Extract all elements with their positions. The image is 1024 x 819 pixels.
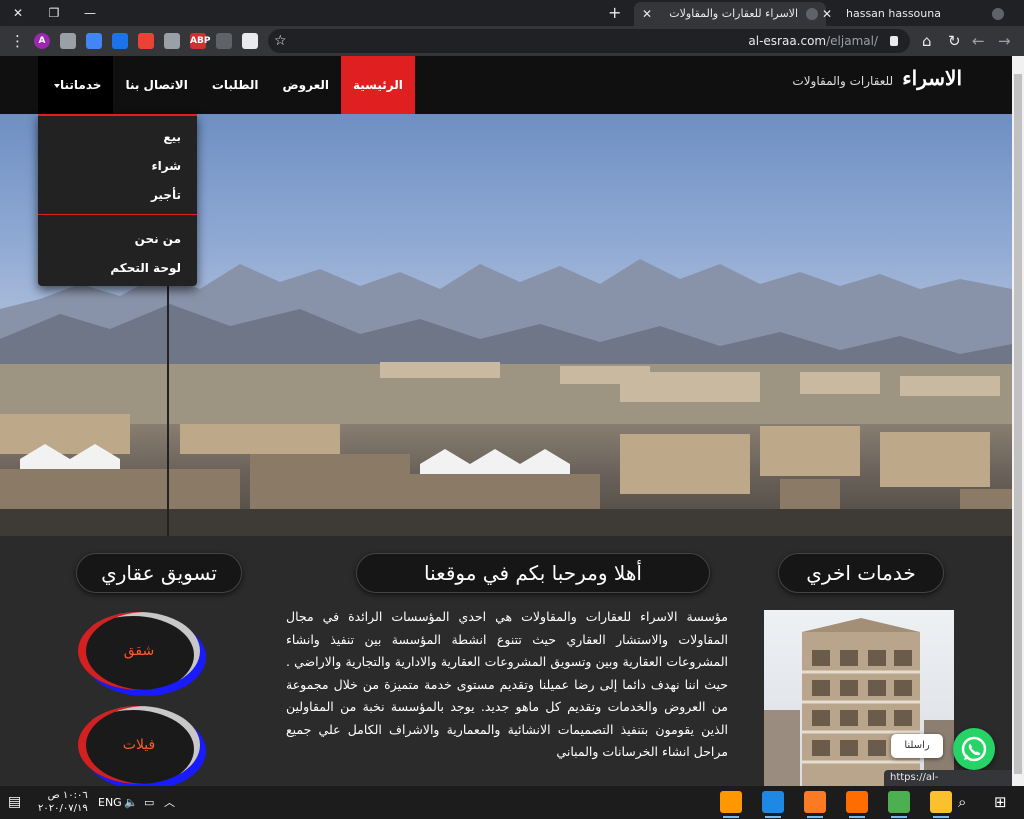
address-bar[interactable]: ☆ al-esraa.com/eljamal/ xyxy=(268,29,910,53)
dropdown-item-rent[interactable]: تأجير xyxy=(151,188,181,202)
home-icon[interactable]: ⌂ xyxy=(922,31,932,51)
close-tab-icon[interactable]: ✕ xyxy=(642,2,652,26)
globe-icon xyxy=(806,8,818,20)
tab-active[interactable]: ✕ الاسراء للعقارات والمقاولات xyxy=(634,2,826,26)
minimize-window-icon[interactable]: — xyxy=(76,3,104,23)
dropdown-item-buy[interactable]: شراء xyxy=(151,159,181,173)
dropdown-divider xyxy=(38,214,197,215)
color-wheel-icon[interactable] xyxy=(138,33,154,49)
clock-date: ٢٠٢٠/٠٧/١٩ xyxy=(38,803,88,814)
profile-avatar-icon[interactable]: A xyxy=(34,33,50,49)
menu-kebab-icon[interactable]: ⋮ xyxy=(10,31,25,51)
reload-icon[interactable]: ↻ xyxy=(948,31,961,51)
brand-name: الاسراء xyxy=(902,66,962,90)
close-tab-icon[interactable]: ✕ xyxy=(822,2,832,26)
about-paragraph: مؤسسة الاسراء للعقارات والمقاولات هي احد… xyxy=(286,609,728,759)
back-icon[interactable]: ← xyxy=(972,31,985,51)
forward-icon[interactable]: → xyxy=(998,31,1011,51)
site-brand[interactable]: الاسراء للعقارات والمقاولات xyxy=(792,66,962,90)
building-photo xyxy=(764,610,954,786)
vscode-icon[interactable] xyxy=(762,791,784,818)
file-explorer-icon[interactable] xyxy=(930,791,952,818)
chrome-icon[interactable] xyxy=(888,791,910,818)
dropdown-item-about[interactable]: من نحن xyxy=(135,232,181,246)
villas-button[interactable]: فيلات xyxy=(78,706,200,784)
tab-inactive[interactable]: ✕ hassan hassouna xyxy=(822,2,1018,26)
whatsapp-icon[interactable] xyxy=(953,728,995,770)
moon-icon[interactable] xyxy=(216,33,232,49)
browser-toolbar: ⋮ A ABP ☆ al-esraa.com/eljamal/ ⌂ ↻ ← → xyxy=(0,26,1024,56)
restore-window-icon[interactable]: ❐ xyxy=(40,3,68,23)
notification-icon[interactable]: ▤ xyxy=(8,786,21,819)
dropdown-item-sell[interactable]: بيع xyxy=(163,130,181,144)
network-icon[interactable]: ▭ xyxy=(144,786,154,819)
extension-grid-icon[interactable] xyxy=(112,33,128,49)
heading-welcome: أهلا ومرحبا بكم في موقعنا xyxy=(356,553,710,593)
bookmark-star-icon[interactable]: ☆ xyxy=(274,29,287,53)
scrollbar-thumb[interactable] xyxy=(1014,74,1022,774)
page-viewport: الاسراء للعقارات والمقاولات الرئيسية الع… xyxy=(0,56,1012,786)
system-clock[interactable]: ١٠:٠٦ ص ٢٠٢٠/٠٧/١٩ xyxy=(38,789,88,815)
close-window-icon[interactable]: ✕ xyxy=(4,3,32,23)
globe-icon xyxy=(992,8,1004,20)
site-navbar: الاسراء للعقارات والمقاولات الرئيسية الع… xyxy=(0,56,1012,114)
dropdown-item-dashboard[interactable]: لوحة التحكم xyxy=(110,261,181,275)
camera-icon[interactable] xyxy=(164,33,180,49)
tab-title: الاسراء للعقارات والمقاولات xyxy=(669,7,798,20)
nav-offers[interactable]: العروض xyxy=(271,56,341,114)
nav-home[interactable]: الرئيسية xyxy=(340,56,415,114)
adblock-icon[interactable]: ABP xyxy=(190,33,210,49)
main-menu: الرئيسية العروض الطلبات الاتصال بنا خدما… xyxy=(38,56,415,114)
nav-contact[interactable]: الاتصال بنا xyxy=(113,56,199,114)
chevron-up-icon[interactable]: ︿ xyxy=(164,786,175,819)
new-tab-button[interactable]: + xyxy=(608,3,621,23)
puzzle-icon[interactable] xyxy=(60,33,76,49)
nav-requests[interactable]: الطلبات xyxy=(200,56,271,114)
xampp-icon[interactable] xyxy=(804,791,826,818)
tab-title: hassan hassouna xyxy=(846,7,941,20)
windows-start-icon[interactable]: ⊞ xyxy=(994,786,1007,819)
windows-taskbar: ▤ ١٠:٠٦ ص ٢٠٢٠/٠٧/١٩ ENG 🔈 ▭ ︿ ⌕ ⊞ xyxy=(0,786,1024,819)
sublime-text-icon[interactable] xyxy=(720,791,742,818)
extension-circle-icon[interactable] xyxy=(242,33,258,49)
page-scrollbar[interactable] xyxy=(1012,56,1024,786)
extension-blue-icon[interactable] xyxy=(86,33,102,49)
welcome-section: خدمات اخري أهلا ومرحبا بكم في موقعنا تسو… xyxy=(0,536,1012,786)
heading-other-services: خدمات اخري xyxy=(778,553,944,593)
status-bar-url: https://al-esraa.com/eljamal/# xyxy=(884,770,1012,786)
search-icon[interactable]: ⌕ xyxy=(958,786,966,819)
clock-time: ١٠:٠٦ ص xyxy=(47,790,88,801)
apartments-button[interactable]: شقق xyxy=(78,612,200,690)
whatsapp-contact-label[interactable]: راسلنا xyxy=(891,734,943,758)
firefox-icon[interactable] xyxy=(846,791,868,818)
volume-icon[interactable]: 🔈 xyxy=(124,786,138,819)
nav-services[interactable]: خدماتنا xyxy=(38,56,114,114)
brand-tagline: للعقارات والمقاولات xyxy=(792,74,894,88)
browser-tab-strip: ✕ ❐ — + ✕ الاسراء للعقارات والمقاولات ✕ … xyxy=(0,0,1024,26)
url-text: al-esraa.com/eljamal/ xyxy=(748,34,878,48)
input-language[interactable]: ENG xyxy=(98,786,122,819)
lock-icon[interactable] xyxy=(890,36,898,46)
heading-real-estate-marketing: تسويق عقاري xyxy=(76,553,242,593)
services-dropdown: بيع شراء تأجير من نحن لوحة التحكم xyxy=(38,114,197,286)
